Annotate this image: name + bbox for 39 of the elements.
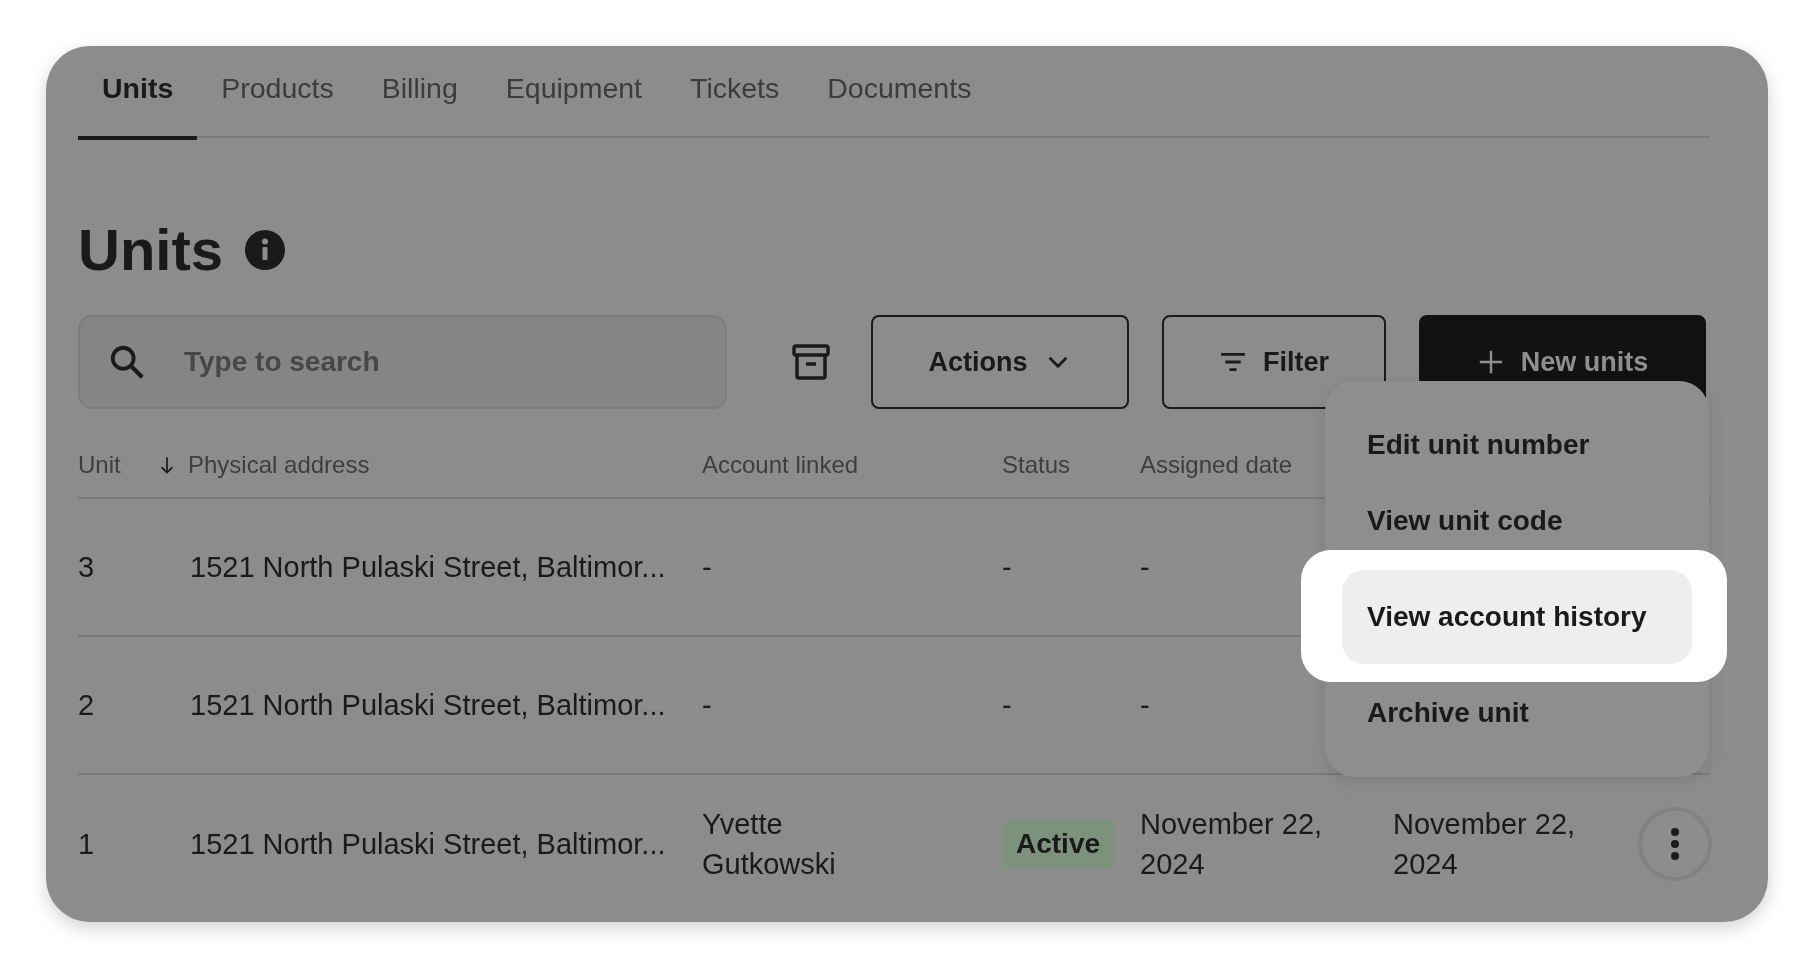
table-cell-text: 3 xyxy=(78,550,95,585)
archive-icon[interactable] xyxy=(791,341,831,383)
table-cell-text: - xyxy=(1140,688,1150,723)
search-icon xyxy=(108,343,146,381)
column-header[interactable]: Account linked xyxy=(702,451,859,479)
tab[interactable]: Products xyxy=(197,46,358,138)
column-header[interactable]: Status xyxy=(1002,451,1071,479)
menu-item[interactable]: Archive unit xyxy=(1342,685,1692,741)
info-icon[interactable] xyxy=(245,230,285,270)
more-icon xyxy=(1671,828,1679,860)
table-cell-text: 2 xyxy=(78,688,95,723)
table-cell-text: 1 xyxy=(78,827,95,862)
tab[interactable]: Units xyxy=(78,46,198,140)
menu-item[interactable]: Edit unit number xyxy=(1342,417,1692,473)
table-cell-text: - xyxy=(702,550,712,585)
tab[interactable]: Billing xyxy=(357,46,482,138)
table-cell-text: 1521 North Pulaski Street, Baltimor... xyxy=(190,550,666,585)
column-header[interactable]: Unit xyxy=(78,451,121,479)
table-cell-text: - xyxy=(702,688,712,723)
table-cell-text: November 22, 2024 xyxy=(1140,807,1324,882)
status-badge: Active xyxy=(1002,820,1115,868)
table-cell-text: - xyxy=(1140,550,1150,585)
more-button[interactable] xyxy=(1638,807,1712,881)
page-title: Units xyxy=(78,216,223,284)
menu-item[interactable]: View unit code xyxy=(1342,493,1692,549)
table-cell-text: 1521 North Pulaski Street, Baltimor... xyxy=(190,688,666,723)
menu-item[interactable]: View account history xyxy=(1342,570,1692,664)
column-header[interactable]: Physical address xyxy=(188,451,370,479)
table-cell-text: - xyxy=(1002,688,1012,723)
actions-button[interactable]: Actions xyxy=(871,315,1129,409)
table-cell-text: November 22, 2024 xyxy=(1393,807,1577,882)
table-cell-text: 1521 North Pulaski Street, Baltimor... xyxy=(190,827,666,862)
search-field[interactable]: Type to search xyxy=(78,315,727,409)
tab[interactable]: Equipment xyxy=(481,46,667,138)
tab[interactable]: Tickets xyxy=(666,46,804,138)
column-header[interactable]: Assigned date xyxy=(1140,451,1293,479)
table-cell-text: Yvette Gutkowski xyxy=(702,807,837,882)
tab[interactable]: Documents xyxy=(803,46,996,138)
table-cell-text: - xyxy=(1002,550,1012,585)
